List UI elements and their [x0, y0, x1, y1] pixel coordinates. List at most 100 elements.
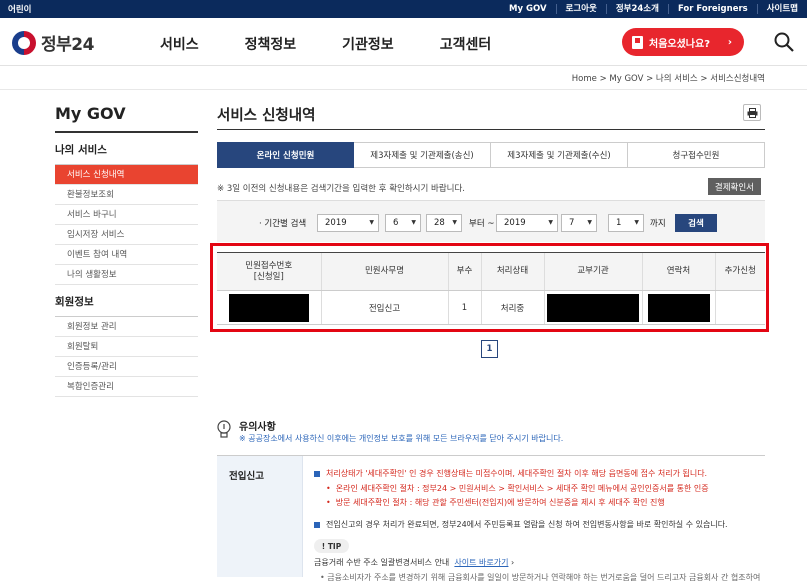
logo-text: 정부24: [41, 35, 94, 55]
to-year-select[interactable]: 2019: [496, 214, 558, 232]
sidebar-item-applications[interactable]: 서비스 신청내역: [55, 165, 198, 185]
nav-services[interactable]: 서비스: [160, 34, 199, 54]
move-in-info: 전입신고 처리상태가 '세대주확인' 인 경우 진행상태는 미접수이며, 세대주…: [217, 455, 765, 582]
sidebar-item-multi-auth[interactable]: 복합인증관리: [55, 377, 198, 397]
tab-claims[interactable]: 청구접수민원: [628, 142, 765, 168]
dot-bullet-icon: •: [326, 484, 331, 493]
sidebar-item-life-info[interactable]: 나의 생활정보: [55, 265, 198, 285]
period-search-label: · 기간별 검색: [259, 219, 307, 229]
to-day-select[interactable]: 1: [608, 214, 644, 232]
sidebar-item-events[interactable]: 이벤트 참여 내역: [55, 245, 198, 265]
square-bullet-icon: [314, 470, 320, 477]
chevron-right-icon: ›: [511, 558, 515, 567]
sidebar-item-drafts[interactable]: 임시저장 서비스: [55, 225, 198, 245]
info-line-5: 금융거래 수반 주소 일괄변경서비스 안내 사이트 바로가기 ›: [314, 557, 514, 568]
tab-online[interactable]: 온라인 신청민원: [217, 142, 354, 168]
tip-badge: ! TIP: [314, 539, 349, 553]
main-nav: 서비스 정책정보 기관정보 고객센터: [160, 34, 537, 54]
tab-third-party-sent[interactable]: 제3자제출 및 기관제출(송신): [354, 142, 491, 168]
from-day-select[interactable]: 28: [426, 214, 462, 232]
col-contact: 연락처: [641, 252, 715, 291]
cell-extra: [714, 290, 765, 325]
breadcrumb: Home > My GOV > 나의 서비스 > 서비스신청내역: [571, 74, 765, 84]
nav-agency[interactable]: 기관정보: [342, 34, 394, 54]
redaction-block: [228, 293, 309, 322]
table-row[interactable]: 전입신고 1 처리중: [217, 290, 765, 325]
period-note: ※ 3일 이전의 신청내용은 검색기간을 입력한 후 확인하시기 바랍니다.: [217, 184, 465, 194]
info-line-2: • 온라인 세대주확인 절차 : 정부24 > 민원서비스 > 확인서비스 > 세…: [326, 483, 709, 494]
info-line-3: • 방문 세대주확인 절차 : 해당 관할 주민센터(전입지)에 방문하여 신분증…: [326, 497, 665, 508]
info-label-cell: 전입신고: [217, 456, 303, 577]
first-visit-label: 처음오셨나요?: [649, 38, 711, 50]
info-line-5-text: 금융거래 수반 주소 일괄변경서비스 안내: [314, 558, 450, 567]
page-title-bar: 서비스 신청내역: [217, 104, 765, 130]
search-button[interactable]: 검색: [675, 214, 717, 232]
caution-subtext: ※ 공공장소에서 사용하신 이후에는 개인정보 보호를 위해 모든 브라우저를 …: [239, 434, 564, 443]
tip-badge-row: ! TIP: [314, 539, 349, 553]
period-search-box: · 기간별 검색 2019 6 28 부터 ~ 2019 7 1 까지 검색: [217, 200, 765, 242]
kids-link[interactable]: 어린이: [8, 3, 31, 15]
cell-receipt-no: [217, 290, 321, 325]
mygov-link[interactable]: My GOV: [500, 4, 556, 14]
tip-label: TIP: [327, 541, 342, 551]
dot-bullet-icon: •: [326, 498, 331, 507]
info-line-3-text: 방문 세대주확인 절차 : 해당 관할 주민센터(전입지)에 방문하여 신분증을…: [335, 498, 665, 507]
taegeuk-logo-icon: [12, 30, 36, 55]
sidebar-title: My GOV: [55, 104, 198, 133]
info-line-4: 전입신고의 경우 처리가 완료되면, 정부24에서 주민등록표 열람을 신청 하…: [314, 519, 728, 530]
from-text: 부터 ~: [469, 219, 495, 229]
first-visit-button[interactable]: 처음오셨나요? ›: [622, 28, 744, 56]
utility-bar: 어린이 My GOV 로그아웃 정부24소개 For Foreigners 사이…: [0, 0, 807, 18]
main-content: 서비스 신청내역 온라인 신청민원 제3자제출 및 기관제출(송신) 제3자제출…: [217, 104, 765, 242]
foreigners-link[interactable]: For Foreigners: [667, 4, 757, 14]
sidebar: My GOV 나의 서비스 서비스 신청내역 환불정보조회 서비스 바구니 임시…: [55, 104, 198, 397]
col-service-name: 민원사무명: [320, 252, 448, 291]
tab-bar: 온라인 신청민원 제3자제출 및 기관제출(송신) 제3자제출 및 기관제출(수…: [217, 142, 765, 168]
about-link[interactable]: 정부24소개: [605, 4, 668, 14]
sidebar-section-member: 회원정보: [55, 285, 198, 317]
tab-third-party-received[interactable]: 제3자제출 및 기관제출(수신): [491, 142, 628, 168]
square-bullet-icon: [314, 521, 320, 528]
info-line-6: • 금융소비자가 주소를 변경하기 위해 금융회사를 일일이 방문하거나 연락해…: [320, 573, 761, 582]
info-line-4-text: 전입신고의 경우 처리가 완료되면, 정부24에서 주민등록표 열람을 신청 하…: [326, 520, 728, 529]
cell-status: 처리중: [480, 290, 544, 325]
payment-receipt-button[interactable]: 결제확인서: [707, 178, 761, 195]
col-copies: 부수: [447, 252, 481, 291]
col-agency: 교부기관: [543, 252, 642, 291]
col-status: 처리상태: [480, 252, 544, 291]
breadcrumb-bar: Home > My GOV > 나의 서비스 > 서비스신청내역: [0, 66, 807, 90]
sidebar-item-member-info[interactable]: 회원정보 관리: [55, 317, 198, 337]
info-line-1-text: 처리상태가 '세대주확인' 인 경우 진행상태는 미접수이며, 세대주확인 절차…: [326, 469, 708, 478]
info-line-1: 처리상태가 '세대주확인' 인 경우 진행상태는 미접수이며, 세대주확인 절차…: [314, 468, 707, 479]
from-month-select[interactable]: 6: [385, 214, 421, 232]
chevron-right-icon: ›: [727, 36, 732, 48]
results-table: 민원접수번호 [신청일] 민원사무명 부수 처리상태 교부기관 연락처 추가신청…: [217, 252, 765, 325]
search-icon[interactable]: [774, 32, 794, 52]
caution-title: 유의사항: [239, 422, 276, 433]
nav-policy[interactable]: 정책정보: [245, 34, 297, 54]
page-button[interactable]: 1: [481, 340, 498, 358]
site-header: 정부24 서비스 정책정보 기관정보 고객센터 처음오셨나요? ›: [0, 18, 807, 66]
from-year-select[interactable]: 2019: [317, 214, 379, 232]
cell-agency: [543, 290, 642, 325]
to-text: 까지: [650, 219, 666, 229]
site-logo[interactable]: 정부24: [12, 30, 94, 55]
sidebar-item-withdraw[interactable]: 회원탈퇴: [55, 337, 198, 357]
cell-copies: 1: [447, 290, 481, 325]
print-button[interactable]: [743, 104, 761, 121]
col-receipt-no: 민원접수번호 [신청일]: [217, 252, 321, 291]
sidebar-item-refund[interactable]: 환불정보조회: [55, 185, 198, 205]
bookmark-icon: [632, 35, 643, 49]
cell-service-name[interactable]: 전입신고: [320, 290, 448, 325]
redaction-block: [647, 293, 710, 322]
sitemap-link[interactable]: 사이트맵: [756, 4, 807, 14]
cell-contact: [641, 290, 715, 325]
logout-link[interactable]: 로그아웃: [555, 4, 606, 14]
sidebar-item-basket[interactable]: 서비스 바구니: [55, 205, 198, 225]
table-header-row: 민원접수번호 [신청일] 민원사무명 부수 처리상태 교부기관 연락처 추가신청: [217, 252, 765, 291]
nav-support[interactable]: 고객센터: [440, 34, 492, 54]
sidebar-item-cert[interactable]: 인증등록/관리: [55, 357, 198, 377]
to-month-select[interactable]: 7: [561, 214, 597, 232]
redaction-block: [547, 293, 639, 322]
site-shortcut-link[interactable]: 사이트 바로가기: [454, 558, 508, 567]
